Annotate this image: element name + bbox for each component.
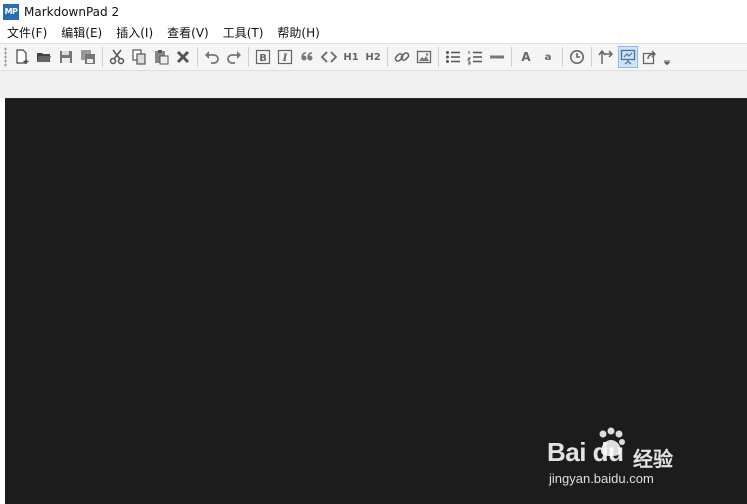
- heading1-icon: H1: [343, 51, 359, 63]
- menu-file[interactable]: 文件(F): [0, 23, 54, 43]
- toolbar-separator: [197, 47, 198, 67]
- horizontal-rule-button[interactable]: [487, 46, 507, 68]
- delete-x-icon: [176, 50, 190, 64]
- bold-icon: B: [255, 49, 271, 65]
- menu-edit[interactable]: 编辑(E): [54, 23, 109, 43]
- watermark-url: jingyan.baidu.com: [549, 471, 654, 486]
- delete-button[interactable]: [173, 46, 193, 68]
- toolbar-separator: [248, 47, 249, 67]
- heading2-button[interactable]: H2: [363, 46, 383, 68]
- toolbar-separator: [387, 47, 388, 67]
- cut-button[interactable]: [107, 46, 127, 68]
- app-logo-icon: MP: [3, 3, 19, 20]
- paste-icon: [155, 50, 169, 65]
- title-bar: MP MarkdownPad 2: [0, 0, 747, 23]
- font-size-increase-button[interactable]: A: [516, 46, 536, 68]
- menu-insert[interactable]: 插入(I): [109, 23, 160, 43]
- font-size-decrease-button[interactable]: a: [538, 46, 558, 68]
- menu-tools[interactable]: 工具(T): [216, 23, 271, 43]
- presentation-preview-icon: [620, 49, 636, 65]
- save-all-icon: [81, 50, 95, 64]
- vertical-split-icon: [598, 49, 614, 64]
- save-button[interactable]: [56, 46, 76, 68]
- toolbar-separator: [591, 47, 592, 67]
- image-icon: [416, 50, 432, 64]
- bullet-list-icon: [446, 51, 460, 63]
- bullet-list-button[interactable]: [443, 46, 463, 68]
- quote-button[interactable]: [297, 46, 317, 68]
- editor-pane[interactable]: Bai du 经验 jingyan.baidu.com: [5, 98, 747, 504]
- save-icon: [60, 51, 72, 63]
- numbered-list-icon: [467, 51, 482, 65]
- copy-icon: [132, 49, 146, 65]
- font-small-icon: a: [544, 51, 552, 63]
- toolbar-separator: [438, 47, 439, 67]
- folder-open-icon: [37, 53, 51, 62]
- markdownpad-window: MP MarkdownPad 2 文件(F) 编辑(E) 插入(I) 查看(V)…: [0, 0, 747, 504]
- heading1-button[interactable]: H1: [341, 46, 361, 68]
- horizontal-rule-icon: [490, 55, 504, 59]
- toolbar-overflow-button[interactable]: [662, 46, 672, 68]
- svg-text:B: B: [259, 53, 267, 64]
- clock-icon: [570, 50, 584, 64]
- tab-strip: [0, 71, 747, 98]
- watermark-paw-logo: [599, 427, 625, 456]
- undo-button[interactable]: [202, 46, 222, 68]
- toolbar-grip[interactable]: [4, 47, 7, 67]
- code-button[interactable]: [319, 46, 339, 68]
- menu-view[interactable]: 查看(V): [160, 23, 216, 43]
- menu-help[interactable]: 帮助(H): [270, 23, 326, 43]
- toolbar-separator: [511, 47, 512, 67]
- timestamp-button[interactable]: [567, 46, 587, 68]
- redo-icon: [227, 51, 241, 64]
- save-all-button[interactable]: [78, 46, 98, 68]
- toolbar-separator: [102, 47, 103, 67]
- copy-button[interactable]: [129, 46, 149, 68]
- link-icon: [394, 52, 410, 62]
- bold-button[interactable]: B: [253, 46, 273, 68]
- scissors-icon: [109, 49, 125, 65]
- open-file-button[interactable]: [34, 46, 54, 68]
- preview-toggle[interactable]: [618, 46, 638, 68]
- watermark-subtitle: 经验: [633, 447, 673, 471]
- paste-button[interactable]: [151, 46, 171, 68]
- link-button[interactable]: [392, 46, 412, 68]
- export-share-icon: [642, 50, 657, 65]
- toolbar: B I H1 H2 A a: [0, 43, 747, 71]
- menu-bar: 文件(F) 编辑(E) 插入(I) 查看(V) 工具(T) 帮助(H): [0, 23, 747, 43]
- new-file-icon: [16, 49, 29, 64]
- undo-icon: [205, 51, 219, 64]
- numbered-list-button[interactable]: [465, 46, 485, 68]
- code-icon: [321, 51, 337, 63]
- export-button[interactable]: [640, 46, 660, 68]
- toolbar-separator: [562, 47, 563, 67]
- new-file-button[interactable]: [12, 46, 32, 68]
- font-large-icon: A: [521, 50, 531, 64]
- italic-button[interactable]: I: [275, 46, 295, 68]
- svg-text:I: I: [282, 53, 288, 64]
- italic-icon: I: [277, 49, 293, 65]
- sync-scroll-button[interactable]: [596, 46, 616, 68]
- heading2-icon: H2: [365, 51, 381, 63]
- overflow-chevron-icon: [663, 60, 671, 65]
- quote-icon: [301, 52, 313, 61]
- window-title: MarkdownPad 2: [24, 4, 120, 19]
- redo-button[interactable]: [224, 46, 244, 68]
- watermark: Bai du 经验 jingyan.baidu.com: [547, 427, 737, 491]
- image-button[interactable]: [414, 46, 434, 68]
